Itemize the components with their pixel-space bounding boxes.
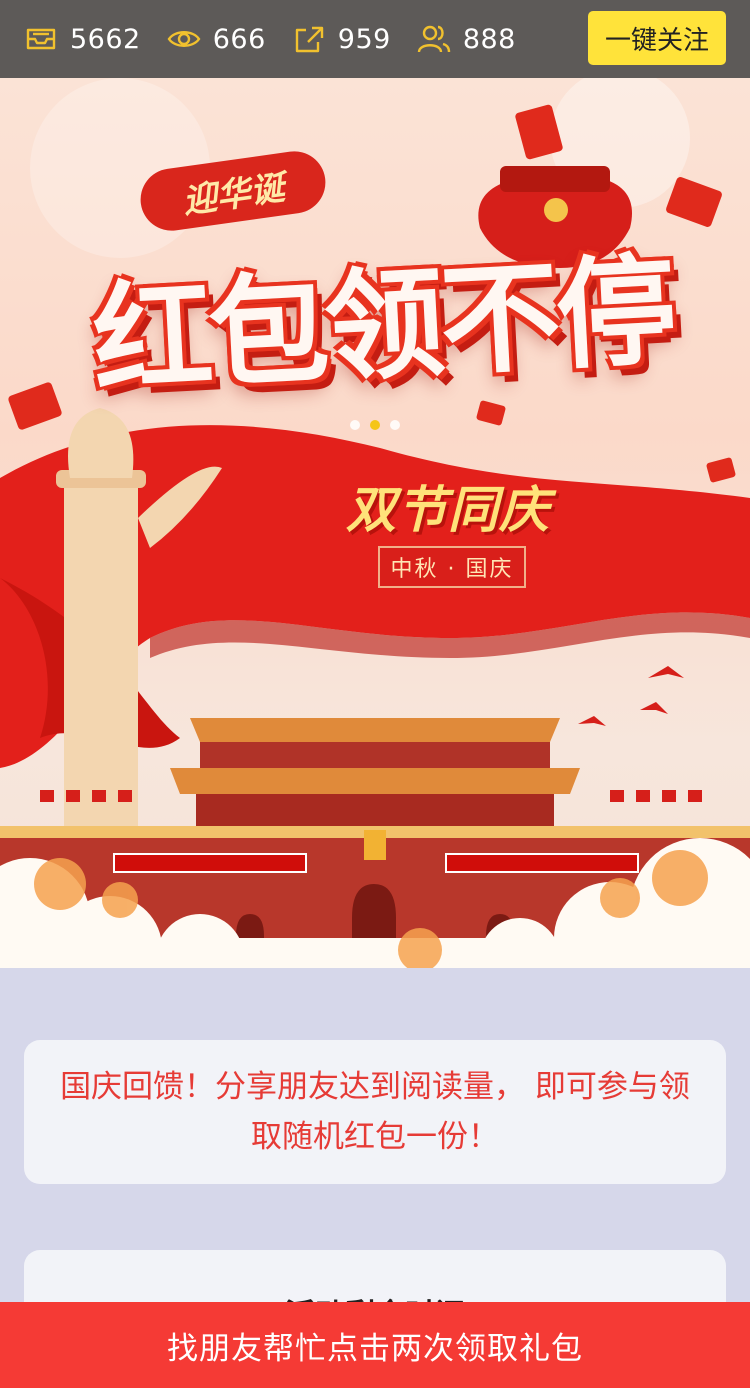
stat-articles: 5662 — [24, 22, 141, 56]
share-icon — [295, 26, 323, 53]
follow-button[interactable]: 一键关注 — [588, 11, 726, 65]
stat-shares: 959 — [292, 22, 391, 56]
views-count: 666 — [212, 23, 266, 55]
banner-tag: 中秋 · 国庆 — [378, 546, 526, 588]
users-count: 888 — [462, 23, 516, 55]
stats-bar: 5662 666 959 888 一键关注 — [0, 0, 750, 78]
carousel-dot[interactable] — [390, 420, 400, 430]
articles-count: 5662 — [70, 23, 141, 55]
carousel-dot-active[interactable] — [370, 420, 380, 430]
invite-friends-button[interactable]: 找朋友帮忙点击两次领取礼包 — [0, 1302, 750, 1388]
notice-card: 国庆回馈！分享朋友达到阅读量， 即可参与领取随机红包一份！ — [24, 1040, 726, 1184]
notice-text: 国庆回馈！分享朋友达到阅读量， 即可参与领取随机红包一份！ — [60, 1069, 690, 1155]
users-icon — [417, 25, 451, 53]
banner-carousel[interactable]: 迎华诞 红包领不停 双节同庆 中秋 · 国庆 — [0, 78, 750, 968]
inbox-icon — [26, 28, 56, 50]
banner-title: 红包领不停 — [89, 239, 676, 412]
stat-users: 888 — [417, 22, 516, 56]
carousel-indicators — [350, 420, 400, 430]
stat-views: 666 — [167, 22, 266, 56]
carousel-dot[interactable] — [350, 420, 360, 430]
shares-count: 959 — [337, 23, 391, 55]
banner-subtitle: 双节同庆 — [346, 481, 550, 539]
eye-icon — [167, 31, 201, 47]
